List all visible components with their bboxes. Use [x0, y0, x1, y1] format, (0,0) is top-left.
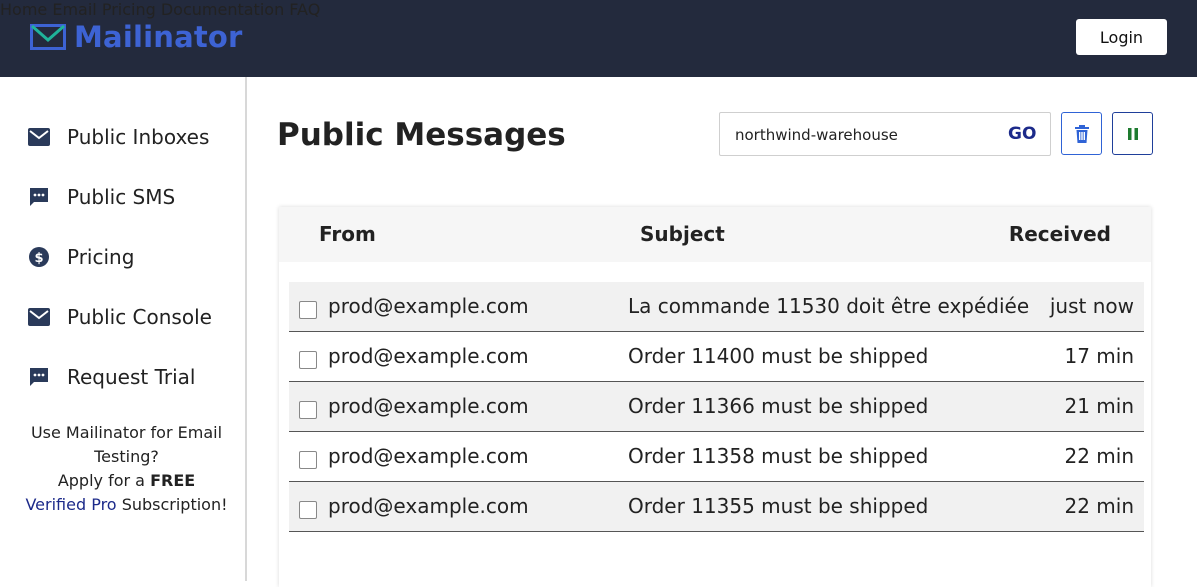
- nav-home[interactable]: Home: [0, 0, 47, 19]
- top-navbar: Mailinator Home Email Pricing Documentat…: [0, 0, 1197, 77]
- sidebar-item-public-console[interactable]: Public Console: [28, 305, 212, 329]
- nav-pricing[interactable]: Pricing: [102, 0, 156, 19]
- table-row[interactable]: prod@example.com Order 11355 must be shi…: [289, 482, 1144, 532]
- row-from: prod@example.com: [328, 394, 529, 418]
- go-button[interactable]: GO: [1008, 124, 1036, 144]
- row-subject: Order 11355 must be shipped: [628, 494, 929, 518]
- column-header-subject: Subject: [640, 222, 725, 246]
- mail-icon: [28, 306, 50, 328]
- row-subject: Order 11400 must be shipped: [628, 344, 929, 368]
- promo-line-1: Use Mailinator for Email Testing?: [30, 423, 223, 466]
- mail-icon: [28, 126, 50, 148]
- nav-documentation[interactable]: Documentation: [161, 0, 284, 19]
- table-row[interactable]: prod@example.com Order 11400 must be shi…: [289, 332, 1144, 382]
- promo-line-2: Apply for a FREE: [57, 471, 196, 490]
- column-header-received: Received: [1008, 222, 1111, 246]
- sms-icon: [28, 186, 50, 208]
- table-row[interactable]: prod@example.com Order 11358 must be shi…: [289, 432, 1144, 482]
- row-from: prod@example.com: [328, 494, 529, 518]
- nav-faq[interactable]: FAQ: [289, 0, 320, 19]
- sidebar-item-public-sms[interactable]: Public SMS: [28, 185, 175, 209]
- envelope-logo-icon: [30, 24, 66, 50]
- row-checkbox[interactable]: [299, 401, 317, 419]
- sidebar: Public Inboxes Public SMS $ Pricing Publ…: [0, 77, 247, 581]
- pause-button[interactable]: [1112, 112, 1153, 155]
- inbox-search-input[interactable]: [735, 124, 985, 146]
- svg-text:$: $: [34, 251, 43, 266]
- delete-button[interactable]: [1061, 112, 1102, 155]
- sidebar-item-label: Public Inboxes: [67, 125, 210, 149]
- row-received: 17 min: [1064, 344, 1134, 368]
- row-checkbox[interactable]: [299, 301, 317, 319]
- row-from: prod@example.com: [328, 344, 529, 368]
- messages-table: From Subject Received prod@example.com L…: [279, 207, 1151, 587]
- trash-icon: [1074, 124, 1089, 143]
- row-received: 22 min: [1064, 444, 1134, 468]
- row-checkbox[interactable]: [299, 351, 317, 369]
- table-row[interactable]: prod@example.com La commande 11530 doit …: [289, 282, 1144, 332]
- inbox-search: GO: [719, 112, 1051, 156]
- row-subject: Order 11366 must be shipped: [628, 394, 929, 418]
- table-header: From Subject Received: [279, 207, 1151, 262]
- row-received: 22 min: [1064, 494, 1134, 518]
- sidebar-item-label: Request Trial: [67, 365, 196, 389]
- table-row[interactable]: prod@example.com Order 11366 must be shi…: [289, 382, 1144, 432]
- sidebar-item-label: Public Console: [67, 305, 212, 329]
- row-from: prod@example.com: [328, 294, 529, 318]
- column-header-from: From: [319, 222, 376, 246]
- nav-email[interactable]: Email: [52, 0, 96, 19]
- row-received: 21 min: [1064, 394, 1134, 418]
- row-from: prod@example.com: [328, 444, 529, 468]
- login-button[interactable]: Login: [1076, 19, 1167, 55]
- logo-text: Mailinator: [74, 20, 243, 54]
- promo-line-3: Verified Pro Subscription!: [25, 495, 228, 514]
- sidebar-item-pricing[interactable]: $ Pricing: [28, 245, 134, 269]
- sidebar-item-request-trial[interactable]: Request Trial: [28, 365, 195, 389]
- sidebar-item-label: Pricing: [67, 245, 135, 269]
- dollar-icon: $: [28, 246, 50, 268]
- sms-icon: [28, 366, 50, 388]
- mailinator-logo[interactable]: Mailinator: [30, 20, 243, 54]
- row-checkbox[interactable]: [299, 451, 317, 469]
- row-checkbox[interactable]: [299, 501, 317, 519]
- row-subject: Order 11358 must be shipped: [628, 444, 929, 468]
- sidebar-item-public-inboxes[interactable]: Public Inboxes: [28, 125, 209, 149]
- sidebar-item-label: Public SMS: [67, 185, 176, 209]
- row-received: just now: [1049, 294, 1134, 318]
- row-subject: La commande 11530 doit être expédiée: [628, 294, 1030, 318]
- verified-pro-link[interactable]: Verified Pro: [25, 495, 116, 514]
- pro-promo: Use Mailinator for Email Testing? Apply …: [20, 421, 233, 517]
- page-title: Public Messages: [277, 117, 566, 153]
- pause-icon: [1127, 127, 1138, 140]
